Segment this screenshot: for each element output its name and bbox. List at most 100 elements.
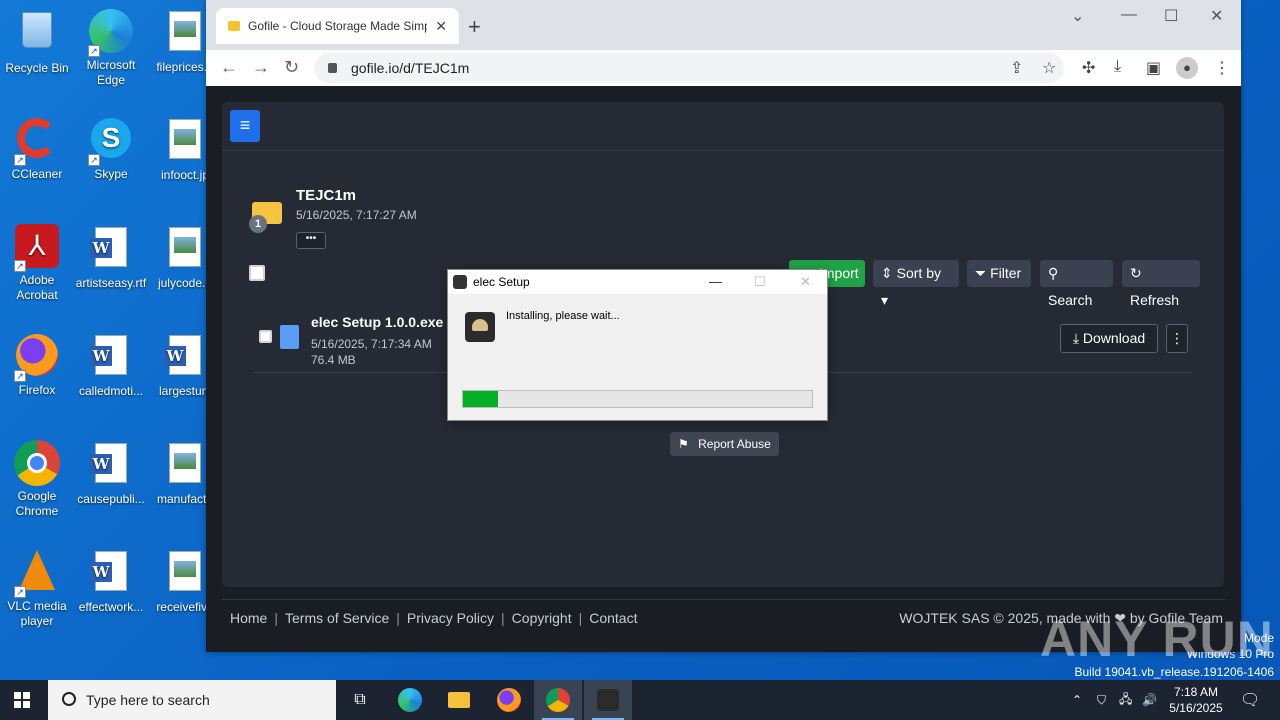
sort-label: Sort by — [896, 265, 941, 281]
folder-name: TEJC1m — [296, 187, 357, 204]
file-checkbox[interactable] — [259, 330, 272, 343]
hamburger-menu-icon[interactable]: ≡ — [230, 110, 260, 142]
side-panel-icon[interactable]: ▣ — [1146, 58, 1161, 78]
desktop-icon-recycle-bin[interactable]: Recycle Bin — [0, 8, 74, 76]
reload-icon[interactable]: ↻ — [284, 57, 299, 78]
notifications-icon[interactable]: 🗨 — [1240, 680, 1260, 720]
filter-button[interactable]: ⏷ Filter — [967, 260, 1031, 287]
sort-by-button[interactable]: ⇕ Sort by ▾ — [873, 260, 959, 308]
close-tab-icon[interactable]: ✕ — [435, 18, 447, 35]
taskbar-file-explorer-icon[interactable] — [435, 680, 483, 720]
url-text: gofile.io/d/TEJC1m — [351, 60, 470, 76]
search-button[interactable]: ⚲ Search — [1040, 260, 1113, 308]
dialog-close-icon: ✕ — [800, 274, 811, 289]
download-button[interactable]: ⤓ Download — [1060, 324, 1158, 353]
share-icon[interactable]: ⇪ — [1010, 58, 1023, 78]
tray-volume-icon[interactable]: 🔊 — [1142, 680, 1157, 720]
taskbar-chrome-icon[interactable] — [534, 680, 582, 720]
desktop-icon-label: CCleaner — [11, 167, 63, 181]
download-label: Download — [1082, 330, 1146, 346]
flag-icon: ⚑ — [678, 437, 689, 451]
desktop-icon-label: Firefox — [18, 383, 56, 397]
word-document-icon: W — [162, 335, 208, 381]
footer-link-terms[interactable]: Terms of Service — [285, 610, 389, 626]
desktop-icon-effectwork[interactable]: W effectwork... — [74, 548, 148, 615]
desktop-icon-causepubli[interactable]: W causepubli... — [74, 440, 148, 507]
taskbar-firefox-icon[interactable] — [485, 680, 533, 720]
dialog-titlebar[interactable]: elec Setup — ☐ ✕ — [448, 270, 827, 294]
word-document-icon: W — [88, 335, 134, 381]
dialog-minimize-icon[interactable]: — — [709, 274, 722, 289]
downloads-icon[interactable]: ⤓ — [1114, 58, 1121, 76]
footer-link-contact[interactable]: Contact — [589, 610, 637, 626]
forward-icon[interactable]: → — [252, 57, 270, 78]
footer-link-privacy[interactable]: Privacy Policy — [407, 610, 494, 626]
minimize-icon[interactable]: — — [1121, 6, 1137, 24]
desktop-icon-artistseasy[interactable]: W artistseasy.rtf — [74, 224, 148, 291]
tray-network-icon[interactable]: 🖧 — [1119, 680, 1132, 720]
search-label: Search — [1048, 292, 1093, 308]
filter-icon: ⏷ — [975, 265, 987, 281]
footer-link-home[interactable]: Home — [230, 610, 267, 626]
anyrun-watermark: ANY RUN — [1040, 611, 1274, 667]
desktop-icon-skype[interactable]: S ↗ Skype — [74, 116, 148, 182]
gofile-favicon-icon — [228, 21, 240, 31]
image-file-icon — [162, 443, 208, 489]
divider — [222, 150, 1224, 151]
filter-label: Filter — [990, 265, 1022, 281]
desktop-icon-label: Recycle Bin — [5, 61, 69, 75]
taskbar-clock[interactable]: 7:18 AM 5/16/2025 — [1164, 684, 1228, 716]
report-abuse-button[interactable]: ⚑ Report Abuse — [670, 432, 779, 456]
bookmark-star-icon[interactable]: ☆ — [1042, 58, 1056, 78]
back-icon[interactable]: ← — [220, 57, 238, 78]
close-window-icon[interactable]: ✕ — [1210, 6, 1223, 26]
desktop-icon-microsoft-edge[interactable]: ↗ Microsoft Edge — [74, 8, 148, 88]
profile-avatar-icon[interactable]: ● — [1176, 57, 1198, 79]
recycle-bin-icon — [14, 12, 60, 58]
extensions-icon[interactable]: ✣ — [1082, 58, 1095, 78]
taskbar-elec-setup-icon[interactable] — [584, 680, 632, 720]
maximize-icon[interactable]: ☐ — [1164, 6, 1178, 26]
dialog-title: elec Setup — [473, 275, 530, 289]
file-more-icon[interactable]: ⋮ — [1166, 324, 1188, 353]
refresh-button[interactable]: ↻ Refresh — [1122, 260, 1200, 308]
sort-icon: ⇕ — [881, 265, 893, 281]
caret-down-icon: ▾ — [881, 292, 889, 308]
folder-more-button[interactable]: ••• — [296, 232, 326, 249]
search-icon — [62, 692, 76, 706]
address-bar[interactable]: gofile.io/d/TEJC1m — [314, 53, 1064, 83]
file-icon — [280, 325, 299, 349]
desktop-icon-label: calledmoti... — [78, 384, 144, 398]
tray-security-icon[interactable]: ⛉ — [1097, 680, 1106, 720]
desktop-icon-ccleaner[interactable]: ↗ CCleaner — [0, 116, 74, 182]
install-progress-bar — [462, 390, 813, 408]
desktop-icon-firefox[interactable]: ↗ Firefox — [0, 332, 74, 398]
image-file-icon — [162, 11, 208, 57]
vlc-icon: ↗ — [14, 550, 60, 598]
word-document-icon: W — [88, 443, 134, 489]
task-view-icon[interactable]: ⧉ — [336, 680, 384, 720]
tab-search-chevron-icon[interactable]: ⌄ — [1071, 6, 1084, 26]
taskbar-edge-icon[interactable] — [386, 680, 434, 720]
file-name[interactable]: elec Setup 1.0.0.exe — [311, 314, 443, 330]
browser-menu-icon[interactable]: ⋮ — [1214, 58, 1230, 78]
footer-link-copyright[interactable]: Copyright — [512, 610, 572, 626]
select-all-checkbox[interactable] — [249, 265, 265, 281]
new-tab-icon[interactable]: + — [468, 14, 481, 40]
desktop-icon-google-chrome[interactable]: Google Chrome — [0, 440, 74, 519]
desktop-icon-label: Skype — [94, 167, 128, 181]
tray-chevron-up-icon[interactable]: ⌃ — [1072, 680, 1082, 720]
desktop-icon-label: Google Chrome — [15, 489, 59, 518]
progress-fill — [463, 391, 498, 407]
browser-tab[interactable]: Gofile - Cloud Storage Made Simple ✕ — [216, 8, 459, 44]
edge-icon: ↗ — [88, 9, 134, 57]
download-icon: ⤓ — [1072, 330, 1080, 346]
desktop-icon-adobe-acrobat[interactable]: ⅄ ↗ Adobe Acrobat — [0, 224, 74, 303]
windows-start-icon[interactable] — [14, 692, 30, 708]
taskbar-search-box[interactable]: Type here to search — [48, 680, 336, 720]
desktop-icon-calledmoti[interactable]: W calledmoti... — [74, 332, 148, 399]
image-file-icon — [162, 119, 208, 165]
footer-links: Home | Terms of Service | Privacy Policy | Cop… — [230, 610, 638, 626]
firefox-icon: ↗ — [14, 334, 60, 382]
desktop-icon-vlc[interactable]: ↗ VLC media player — [0, 548, 74, 629]
